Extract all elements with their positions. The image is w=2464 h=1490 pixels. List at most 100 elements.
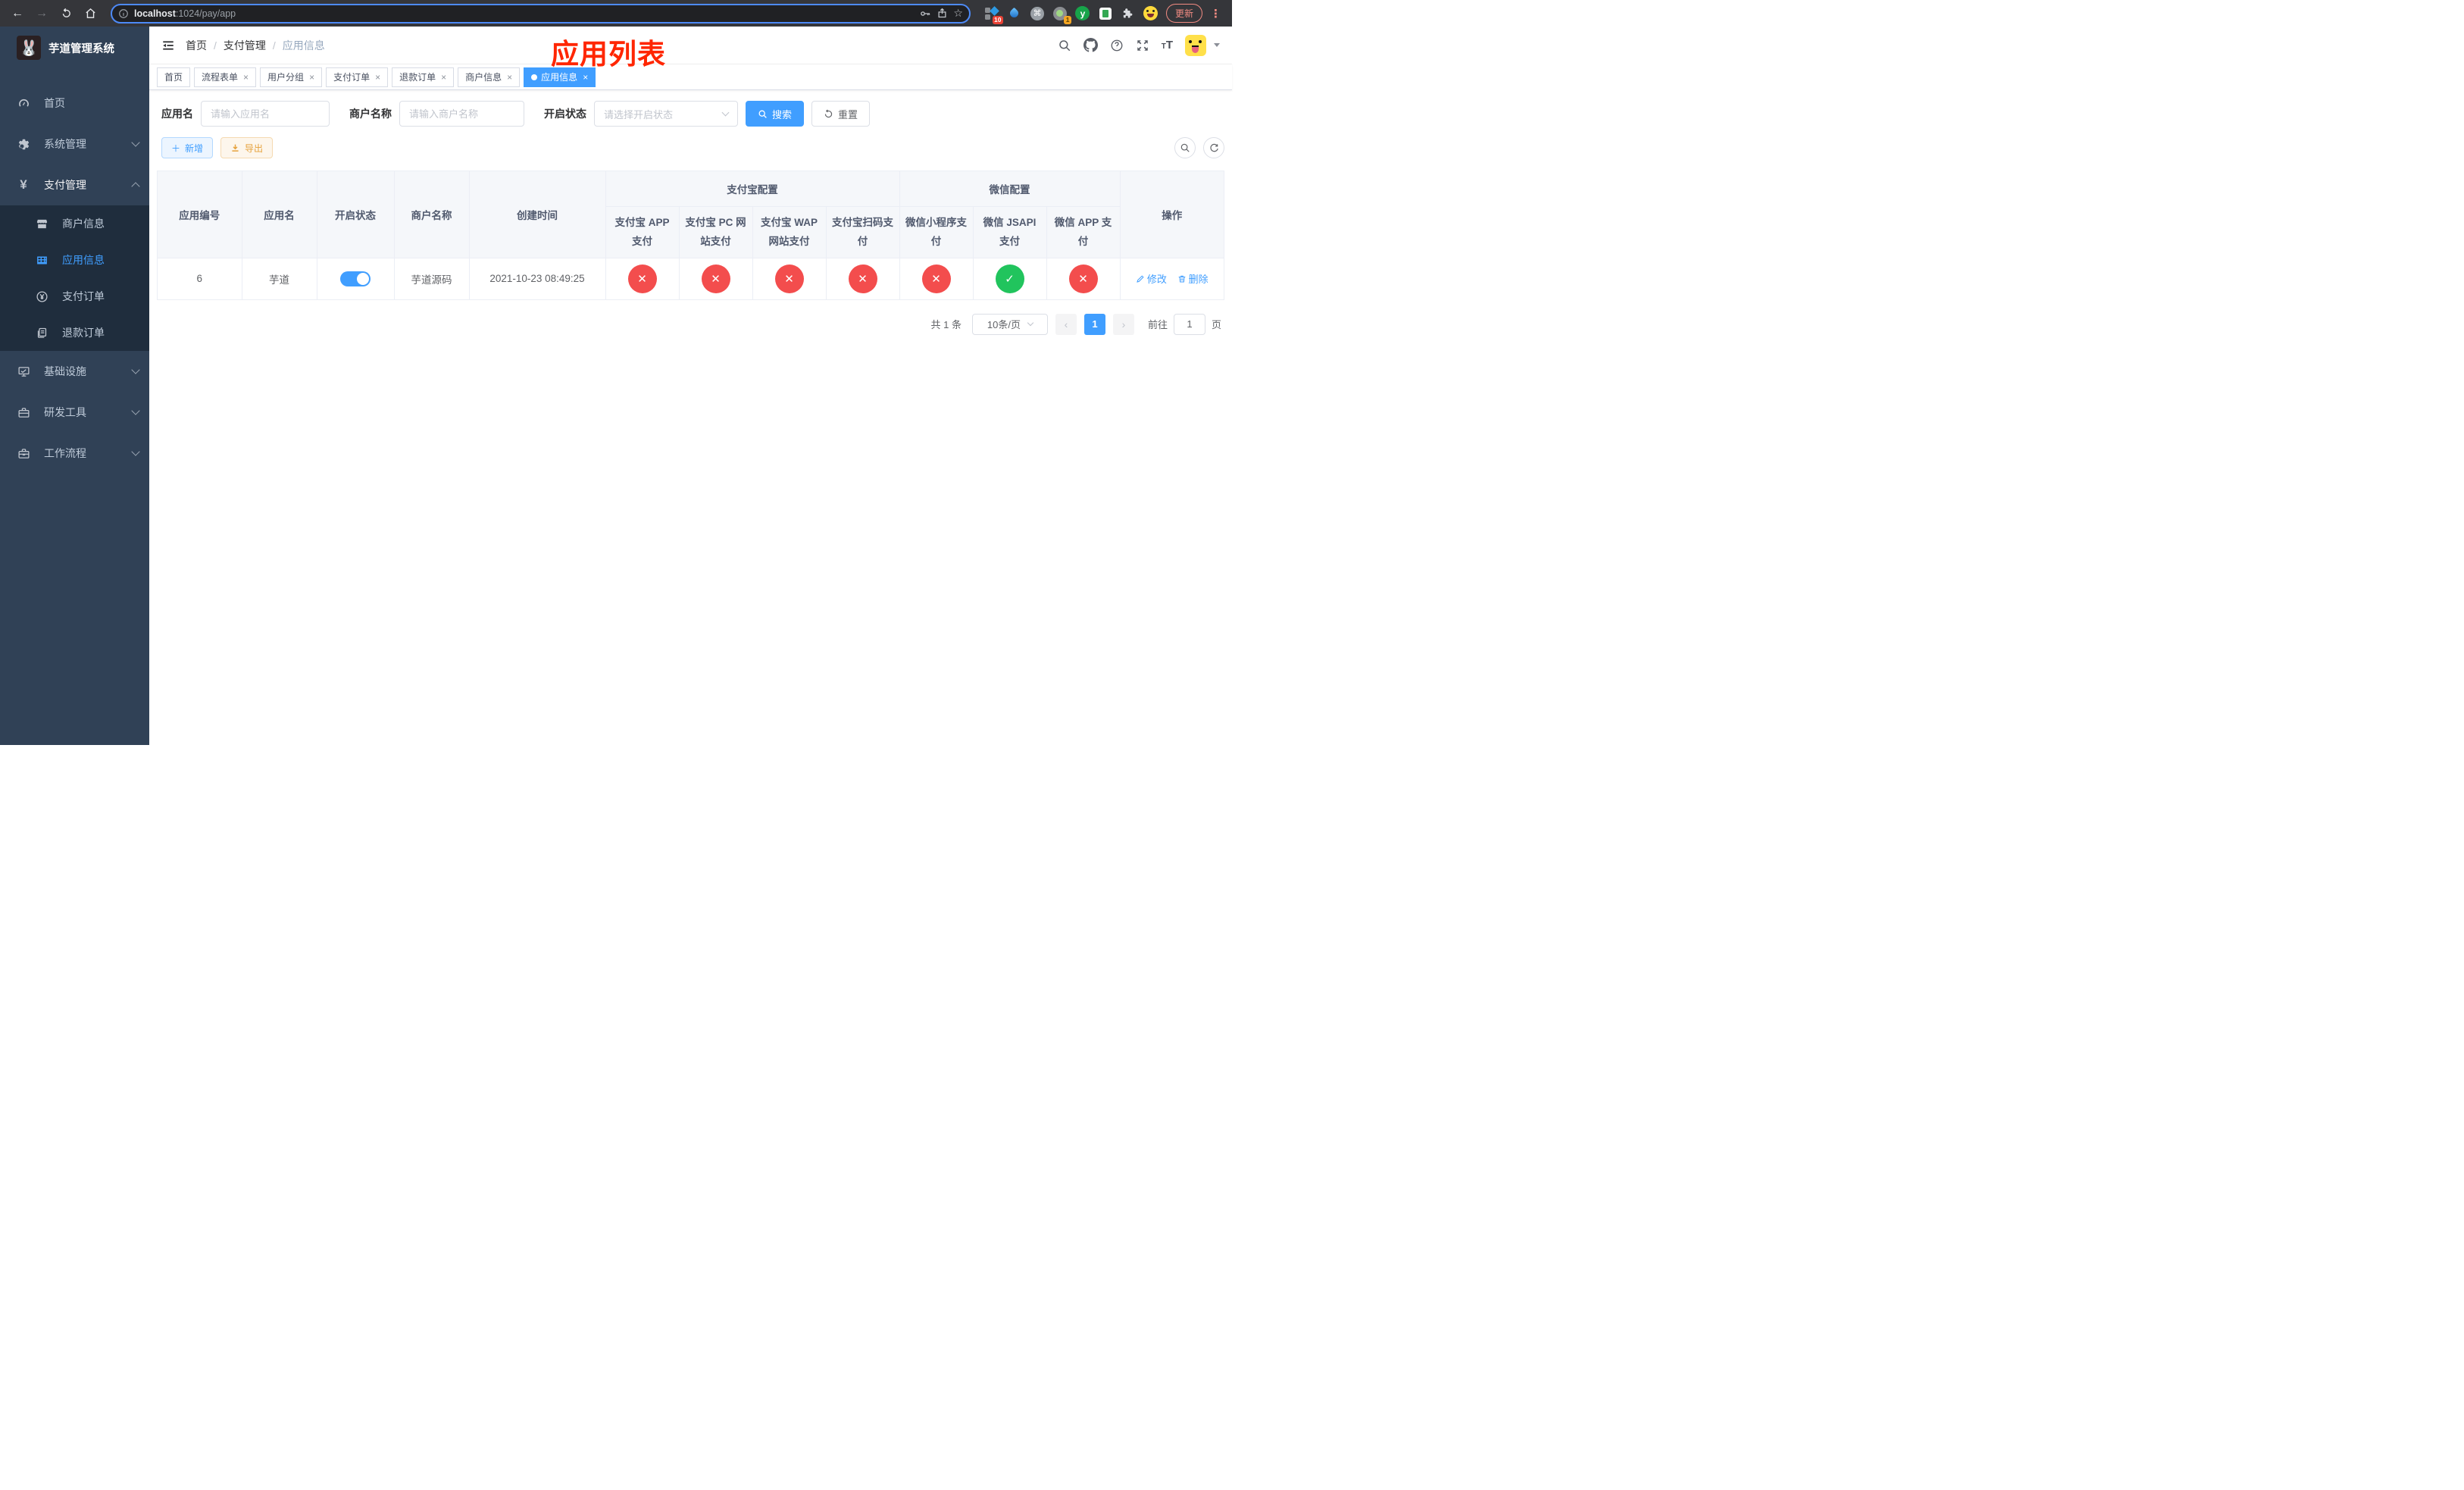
sidebar-item-app-info[interactable]: 应用信息 — [0, 242, 149, 278]
search-button[interactable]: 搜索 — [746, 101, 805, 127]
app-name-input[interactable] — [201, 101, 330, 127]
profile-avatar-icon[interactable] — [1143, 6, 1159, 21]
col-header-alipay-pc: 支付宝 PC 网站支付 — [679, 206, 753, 258]
goto-page-input[interactable] — [1173, 313, 1205, 335]
extension-y-icon[interactable]: y — [1075, 6, 1090, 21]
prev-page-button[interactable]: ‹ — [1055, 313, 1077, 335]
sidebar-item-pay-orders[interactable]: 支付订单 — [0, 278, 149, 315]
merchant-name-input[interactable] — [399, 101, 524, 127]
close-icon[interactable]: × — [583, 72, 588, 83]
close-icon[interactable]: × — [309, 72, 314, 83]
status-select[interactable]: 请选择开启状态 — [594, 101, 738, 127]
password-key-icon[interactable] — [919, 8, 931, 20]
status-icon: ✕ — [1068, 264, 1098, 293]
cell-alipay-wap: ✕ — [752, 258, 827, 300]
export-button[interactable]: 导出 — [220, 137, 274, 158]
chevron-down-icon — [1027, 320, 1034, 327]
logo-rabbit-image: 🐰 — [17, 36, 41, 60]
home-icon[interactable] — [80, 4, 100, 23]
edit-link-label: 修改 — [1146, 274, 1167, 286]
sidebar-item-payment[interactable]: ¥ 支付管理 — [0, 164, 149, 205]
tag-home[interactable]: 首页 — [157, 67, 191, 87]
page-size-select[interactable]: 10条/页 — [971, 313, 1048, 335]
sidebar-item-refund-orders[interactable]: 退款订单 — [0, 315, 149, 351]
app-title: 芋道管理系统 — [48, 42, 114, 55]
table-row: 6 芋道 芋道源码 2021-10-23 08:49:25 ✕ ✕ ✕ ✕ ✕ — [158, 258, 1225, 300]
sidebar-item-workflow[interactable]: 工作流程 — [0, 433, 149, 474]
status-icon: ✕ — [774, 264, 804, 293]
close-icon[interactable]: × — [375, 72, 380, 83]
enable-toggle[interactable] — [340, 271, 371, 286]
reset-button[interactable]: 重置 — [811, 101, 871, 127]
share-icon[interactable] — [937, 8, 948, 19]
sidebar-item-label: 退款订单 — [62, 327, 105, 339]
sidebar-item-merchant-info[interactable]: 商户信息 — [0, 205, 149, 242]
sidebar-item-dev-tools[interactable]: 研发工具 — [0, 392, 149, 433]
cell-alipay-pc: ✕ — [679, 258, 753, 300]
tag-user-group[interactable]: 用户分组 × — [260, 67, 323, 87]
add-button[interactable]: ＋ 新增 — [161, 137, 214, 158]
briefcase-icon — [17, 447, 30, 460]
tag-merchant-info[interactable]: 商户信息 × — [458, 67, 521, 87]
sidebar-item-infrastructure[interactable]: 基础设施 — [0, 351, 149, 392]
yen-circle-icon — [35, 290, 48, 303]
tag-pay-orders[interactable]: 支付订单 × — [326, 67, 389, 87]
col-header-status: 开启状态 — [317, 171, 395, 258]
next-page-button[interactable]: › — [1112, 313, 1134, 335]
breadcrumb-payment[interactable]: 支付管理 — [224, 38, 266, 53]
extension-camera-icon[interactable]: 1 — [1052, 6, 1071, 24]
app-logo[interactable]: 🐰 芋道管理系统 — [0, 27, 149, 69]
header-search-icon[interactable] — [1058, 39, 1071, 52]
reload-icon[interactable] — [56, 4, 76, 23]
cell-wechat-lite: ✕ — [899, 258, 974, 300]
user-avatar[interactable] — [1185, 34, 1206, 56]
cell-created: 2021-10-23 08:49:25 — [469, 258, 606, 300]
edit-link[interactable]: 修改 — [1136, 271, 1167, 286]
forward-icon[interactable]: → — [32, 4, 52, 23]
tag-label: 首页 — [164, 72, 183, 83]
url-bar[interactable]: localhost:1024/pay/app ☆ — [111, 3, 971, 23]
extension-grid-icon[interactable]: 10 — [984, 5, 1003, 24]
tag-label: 流程表单 — [202, 72, 239, 83]
fullscreen-icon[interactable] — [1136, 39, 1149, 52]
extension-kite-icon[interactable] — [1007, 6, 1022, 21]
toolbox-icon — [17, 406, 30, 419]
font-size-icon[interactable]: TT — [1162, 39, 1173, 52]
status-icon: ✕ — [627, 264, 657, 293]
browser-update-button[interactable]: 更新 — [1165, 4, 1202, 23]
page-unit-label: 页 — [1211, 319, 1221, 331]
status-select-placeholder: 请选择开启状态 — [604, 108, 674, 121]
sidebar-item-system[interactable]: 系统管理 — [0, 124, 149, 164]
site-info-icon[interactable] — [118, 8, 129, 19]
browser-menu-icon[interactable]: ⋮ — [1207, 7, 1224, 20]
github-icon[interactable] — [1083, 38, 1098, 52]
status-label: 开启状态 — [544, 108, 586, 120]
bookmark-star-icon[interactable]: ☆ — [953, 7, 963, 20]
extension-command-icon[interactable]: ⌘ — [1030, 6, 1045, 21]
help-icon[interactable] — [1110, 39, 1124, 52]
extensions-puzzle-icon[interactable] — [1121, 6, 1136, 21]
sidebar-item-label: 系统管理 — [44, 138, 86, 150]
sidebar-item-label: 基础设施 — [44, 365, 86, 377]
sidebar-fold-icon[interactable] — [161, 39, 175, 52]
tag-process-form[interactable]: 流程表单 × — [194, 67, 257, 87]
page-size-value: 10条/页 — [987, 319, 1021, 331]
avatar-caret-icon[interactable] — [1214, 43, 1220, 47]
col-header-created: 创建时间 — [469, 171, 606, 258]
tag-refund-orders[interactable]: 退款订单 × — [392, 67, 455, 87]
chevron-up-icon — [131, 182, 140, 191]
close-icon[interactable]: × — [507, 72, 512, 83]
back-icon[interactable]: ← — [8, 4, 27, 23]
show-search-icon[interactable] — [1174, 137, 1196, 158]
tag-label: 用户分组 — [267, 72, 305, 83]
close-icon[interactable]: × — [441, 72, 446, 83]
sidebar-item-home[interactable]: 首页 — [0, 83, 149, 124]
chevron-down-icon — [721, 108, 730, 117]
breadcrumb-home[interactable]: 首页 — [186, 38, 207, 53]
extension-doc-icon[interactable] — [1098, 6, 1113, 21]
close-icon[interactable]: × — [243, 72, 249, 83]
col-group-wechat: 微信配置 — [899, 171, 1121, 207]
refresh-icon[interactable] — [1203, 137, 1224, 158]
delete-link[interactable]: 删除 — [1177, 271, 1209, 286]
page-number-1[interactable]: 1 — [1083, 313, 1105, 335]
